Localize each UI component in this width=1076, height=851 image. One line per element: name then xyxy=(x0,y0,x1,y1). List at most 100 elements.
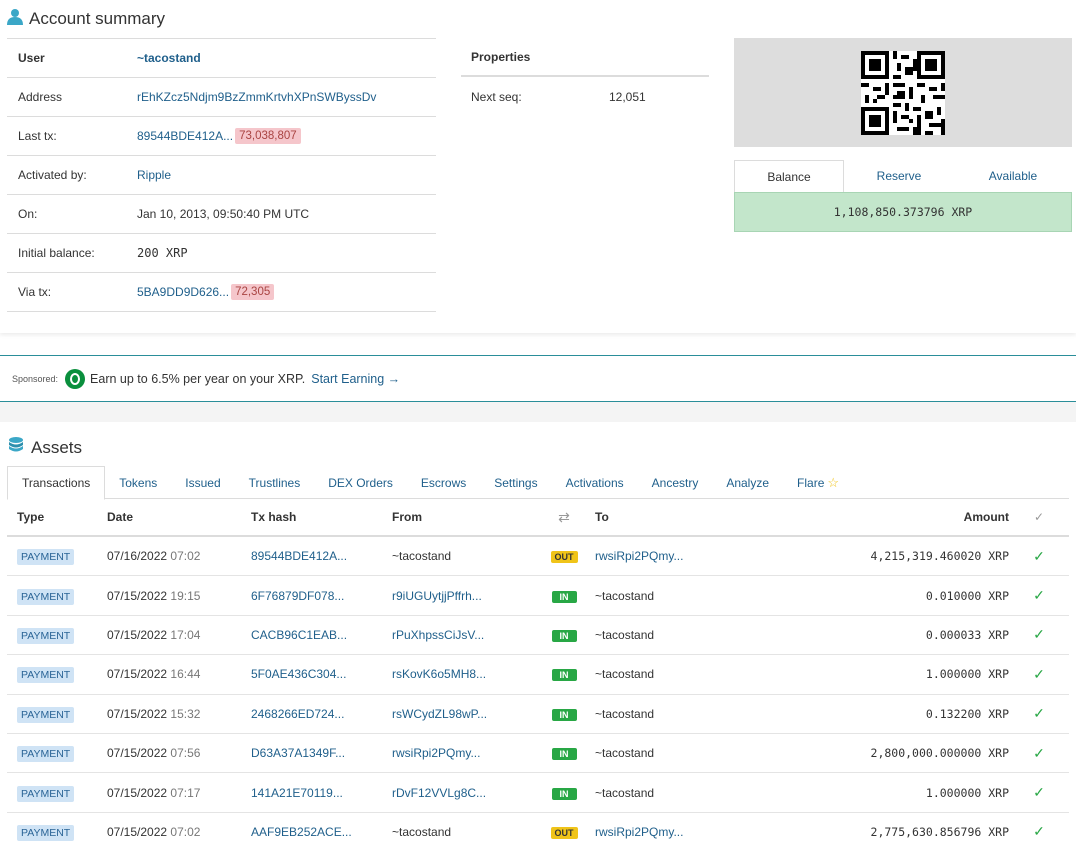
table-row: PAYMENT 07/16/2022 07:02 89544BDE412A... ~t… xyxy=(7,537,1069,577)
tx-type-badge: PAYMENT xyxy=(17,824,75,841)
success-check-icon: ✓ xyxy=(1033,626,1045,643)
success-check-icon: ✓ xyxy=(1033,587,1045,604)
tx-amount: 0.010000 XRP xyxy=(925,588,1009,603)
tx-hash-link[interactable]: D63A37A1349F... xyxy=(251,746,345,760)
tab-reserve[interactable]: Reserve xyxy=(844,160,954,192)
tx-time: 15:32 xyxy=(170,706,201,721)
tx-type-badge: PAYMENT xyxy=(17,549,75,566)
tab-escrows[interactable]: Escrows xyxy=(407,466,480,499)
tx-type-badge: PAYMENT xyxy=(17,785,75,802)
tx-time: 07:02 xyxy=(170,824,201,839)
tx-from[interactable]: r9iUGUytjjPffrh... xyxy=(392,589,482,603)
via-tx-link[interactable]: 5BA9DD9D626... xyxy=(137,285,229,299)
table-row: PAYMENT 07/15/2022 16:44 5F0AE436C304... rs… xyxy=(7,655,1069,695)
tx-to[interactable]: rwsiRpi2PQmy... xyxy=(595,825,683,839)
tx-from[interactable]: rsKovK6o5MH8... xyxy=(392,667,486,681)
via-tx-ledger-badge[interactable]: 72,305 xyxy=(231,284,275,300)
tab-transactions[interactable]: Transactions xyxy=(7,466,106,500)
tx-hash-link[interactable]: 141A21E70119... xyxy=(251,786,343,800)
sponsor-logo-icon xyxy=(65,368,86,389)
properties-table: Properties Next seq: 12,051 xyxy=(461,38,709,116)
next-seq-label: Next seq: xyxy=(471,89,522,104)
table-row: PAYMENT 07/15/2022 07:17 141A21E70119... rD… xyxy=(7,773,1069,813)
tx-amount: 2,800,000.000000 XRP xyxy=(870,746,1009,761)
success-check-icon: ✓ xyxy=(1033,547,1045,564)
transactions-table: Type Date Tx hash From ⇄ To Amount ✓ PAY… xyxy=(7,499,1069,851)
qr-code-icon xyxy=(861,50,945,135)
activated-by-link[interactable]: Ripple xyxy=(137,168,171,182)
account-summary-title: Account summary xyxy=(7,8,165,30)
tx-date-cell: 07/15/2022 17:04 xyxy=(107,628,251,642)
tx-time: 07:02 xyxy=(170,549,201,564)
tx-to[interactable]: rwsiRpi2PQmy... xyxy=(595,549,683,563)
tab-issued[interactable]: Issued xyxy=(171,466,234,499)
on-row: On: Jan 10, 2013, 09:50:40 PM UTC xyxy=(7,195,436,234)
balance-value: 1,108,850.373796 XRP xyxy=(734,192,1072,232)
last-tx-ledger-badge[interactable]: 73,038,807 xyxy=(235,128,301,144)
tx-to: ~tacostand xyxy=(595,588,655,603)
last-tx-row: Last tx: 89544BDE412A... 73,038,807 xyxy=(7,117,436,156)
tx-hash-link[interactable]: CACB96C1EAB... xyxy=(251,628,347,642)
tx-hash-link[interactable]: 5F0AE436C304... xyxy=(251,667,346,681)
address-link[interactable]: rEhKZcz5Ndjm9BzZmmKrtvhXPnSWByssDv xyxy=(137,90,376,104)
col-type[interactable]: Type xyxy=(7,510,107,524)
tx-amount: 1.000000 XRP xyxy=(925,785,1009,800)
next-seq-row: Next seq: 12,051 xyxy=(461,77,709,116)
tx-to: ~tacostand xyxy=(595,746,655,761)
table-row: PAYMENT 07/15/2022 17:04 CACB96C1EAB... rPu… xyxy=(7,616,1069,656)
tx-from[interactable]: rwsiRpi2PQmy... xyxy=(392,746,480,760)
activated-by-label: Activated by: xyxy=(18,168,87,182)
tx-hash-link[interactable]: 2468266ED724... xyxy=(251,707,344,721)
tx-hash-link[interactable]: 89544BDE412A... xyxy=(251,549,347,563)
tx-from[interactable]: rsWCydZL98wP... xyxy=(392,707,487,721)
col-amount[interactable]: Amount xyxy=(765,510,1009,524)
tx-time: 17:04 xyxy=(170,627,201,642)
tx-from[interactable]: rDvF12VVLg8C... xyxy=(392,786,486,800)
success-check-icon: ✓ xyxy=(1033,823,1045,840)
tab-trustlines[interactable]: Trustlines xyxy=(235,466,315,499)
transactions-body: PAYMENT 07/16/2022 07:02 89544BDE412A... ~t… xyxy=(7,537,1069,851)
start-earning-link[interactable]: Start Earning → xyxy=(311,372,400,386)
tx-hash-link[interactable]: 6F76879DF078... xyxy=(251,589,344,603)
tab-tokens[interactable]: Tokens xyxy=(105,466,171,499)
tx-amount: 0.132200 XRP xyxy=(925,706,1009,721)
tab-ancestry[interactable]: Ancestry xyxy=(638,466,713,499)
assets-panel: Assets Transactions Tokens Issued Trustl… xyxy=(0,422,1076,851)
tab-activations[interactable]: Activations xyxy=(552,466,638,499)
username-link[interactable]: ~tacostand xyxy=(137,51,201,65)
col-from[interactable]: From xyxy=(392,510,533,524)
tx-date: 07/15/2022 xyxy=(107,667,168,682)
col-tx-hash[interactable]: Tx hash xyxy=(251,510,392,524)
last-tx-link[interactable]: 89544BDE412A... xyxy=(137,129,233,143)
tx-date-cell: 07/15/2022 15:32 xyxy=(107,707,251,721)
tx-type-badge: PAYMENT xyxy=(17,706,75,723)
tx-direction-badge: OUT xyxy=(550,551,578,564)
col-to[interactable]: To xyxy=(595,510,765,524)
tab-settings[interactable]: Settings xyxy=(480,466,551,499)
tx-date: 07/15/2022 xyxy=(107,824,168,839)
tx-to: ~tacostand xyxy=(595,706,655,721)
tab-analyze[interactable]: Analyze xyxy=(712,466,783,499)
sponsored-label: Sponsored: xyxy=(12,373,59,384)
qr-code-panel xyxy=(734,38,1072,147)
via-tx-row: Via tx: 5BA9DD9D626... 72,305 xyxy=(7,273,436,312)
tab-dex-orders[interactable]: DEX Orders xyxy=(314,466,407,499)
tx-time: 19:15 xyxy=(170,588,201,603)
tx-date: 07/15/2022 xyxy=(107,785,168,800)
tx-date: 07/15/2022 xyxy=(107,746,168,761)
tab-balance[interactable]: Balance xyxy=(734,160,844,192)
success-check-icon: ✓ xyxy=(1033,784,1045,801)
tx-date-cell: 07/15/2022 19:15 xyxy=(107,589,251,603)
tx-amount: 1.000000 XRP xyxy=(925,667,1009,682)
tx-from[interactable]: rPuXhpssCiJsV... xyxy=(392,628,484,642)
last-tx-label: Last tx: xyxy=(18,129,57,143)
account-summary-panel: Account summary User ~tacostand Address … xyxy=(0,0,1076,333)
col-date[interactable]: Date xyxy=(107,510,251,524)
tab-available[interactable]: Available xyxy=(954,160,1072,192)
swap-arrows-icon[interactable]: ⇄ xyxy=(533,509,595,526)
initial-balance-value: 200 XRP xyxy=(137,246,188,260)
tab-flare[interactable]: Flare ☆ xyxy=(783,466,853,499)
tx-direction-badge: IN xyxy=(551,748,577,761)
tx-type-badge: PAYMENT xyxy=(17,588,75,605)
tx-hash-link[interactable]: AAF9EB252ACE... xyxy=(251,825,352,839)
